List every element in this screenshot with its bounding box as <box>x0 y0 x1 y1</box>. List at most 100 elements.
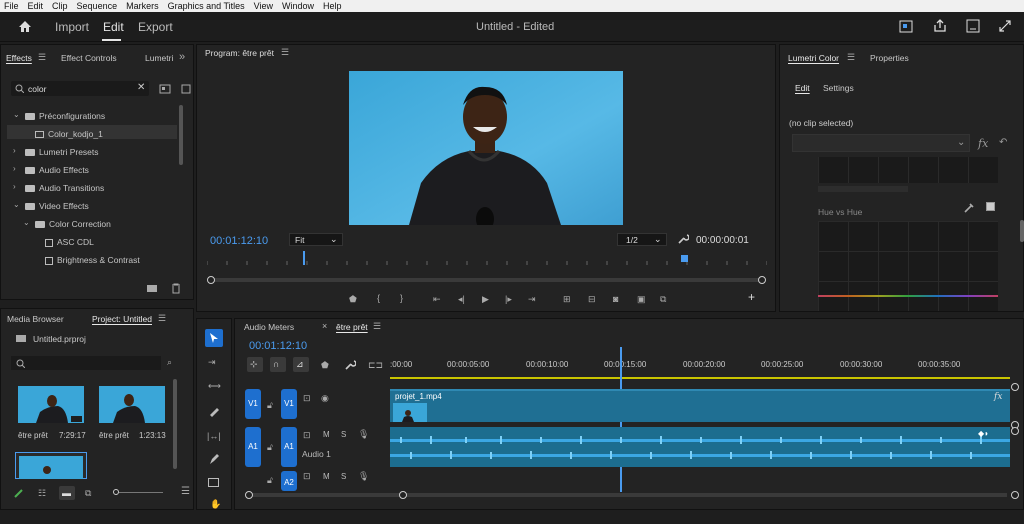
pen-tool-icon[interactable] <box>208 453 220 465</box>
linked-selection-button[interactable]: ∩ <box>270 357 286 372</box>
slider-track[interactable] <box>818 186 908 192</box>
track-a2[interactable]: A2 <box>281 471 297 491</box>
accelerated-effects-icon[interactable] <box>159 84 171 94</box>
tree-item-audio-effects[interactable]: Audio Effects <box>25 165 89 175</box>
source-patch-v1[interactable]: V1 <box>245 389 261 419</box>
timeline-scrollbar[interactable] <box>247 493 1007 497</box>
add-marker-icon[interactable]: ⬟ <box>321 360 329 370</box>
track-a1[interactable]: A1 <box>281 427 297 467</box>
project-scrollbar[interactable] <box>173 379 177 469</box>
slip-tool-icon[interactable]: |↔| <box>207 431 221 441</box>
delete-icon[interactable] <box>171 283 181 294</box>
tab-media-browser[interactable]: Media Browser <box>7 314 64 324</box>
tab-properties[interactable]: Properties <box>870 53 909 63</box>
mark-in-icon[interactable]: { <box>377 293 380 303</box>
effects-scrollbar[interactable] <box>179 105 183 165</box>
tab-audio-meters[interactable]: Audio Meters <box>244 322 294 332</box>
chevron-right-icon[interactable]: › <box>13 182 16 191</box>
solo-button[interactable]: S <box>341 472 346 481</box>
vertical-scroll-handle-top[interactable] <box>1011 383 1019 391</box>
lock-icon[interactable]: 🔓︎ <box>267 475 273 485</box>
workspace-export[interactable]: Export <box>138 20 173 34</box>
overwrite-icon[interactable]: ⊟ <box>588 294 596 304</box>
menu-sequence[interactable]: Sequence <box>73 0 123 12</box>
timeline-ruler[interactable]: :00:00 00:00:05:00 00:00:10:00 00:00:15:… <box>390 357 1010 379</box>
audio-clip[interactable]: ◆◗ <box>390 427 1010 467</box>
video-frame[interactable] <box>349 71 623 225</box>
work-area-bar[interactable] <box>390 377 1010 379</box>
scroll-handle-left[interactable] <box>207 276 215 284</box>
sequence-thumbnail[interactable] <box>15 452 87 479</box>
clip-thumbnail-1[interactable] <box>18 386 84 423</box>
monitor-scrollbar[interactable] <box>211 278 763 282</box>
panel-menu-icon[interactable]: ☰ <box>158 313 166 324</box>
tab-sequence[interactable]: être prêt <box>336 322 368 332</box>
chevron-down-icon[interactable]: ⌄ <box>13 110 20 119</box>
mute-button[interactable]: M <box>323 472 330 481</box>
video-clip[interactable]: projet_1.mp4 fx <box>390 389 1010 422</box>
razor-tool-icon[interactable] <box>208 405 220 417</box>
vertical-scroll-handle-bottom[interactable] <box>1011 491 1019 499</box>
timeline-timecode[interactable]: 00:01:12:10 <box>249 340 307 352</box>
menu-help[interactable]: Help <box>319 0 347 12</box>
rectangle-tool-icon[interactable] <box>208 478 219 487</box>
eyedropper-icon[interactable] <box>964 202 974 213</box>
project-search-input[interactable] <box>11 356 161 370</box>
insert-nest-button[interactable]: ⊿ <box>293 357 309 372</box>
snap-button[interactable]: ⊹ <box>247 357 263 372</box>
step-forward-icon[interactable]: |▸ <box>505 294 512 304</box>
tree-item-audio-transitions[interactable]: Audio Transitions <box>25 183 104 193</box>
menu-markers[interactable]: Markers <box>122 0 164 12</box>
insert-icon[interactable]: ⊞ <box>563 294 571 304</box>
lumetri-scrollbar[interactable] <box>1020 220 1024 242</box>
tab-project[interactable]: Project: Untitled <box>92 314 152 324</box>
effects-search-input[interactable]: color ✕ <box>11 81 149 96</box>
tree-item-color-kodjo[interactable]: Color_kodjo_1 <box>35 129 103 139</box>
workspace-edit[interactable]: Edit <box>103 20 124 34</box>
comparison-view-icon[interactable]: ▣ <box>637 294 646 304</box>
pencil-icon[interactable] <box>13 487 25 499</box>
fx-label[interactable]: fx <box>978 137 988 150</box>
new-bin-icon[interactable] <box>146 283 158 293</box>
export-frame-icon[interactable]: ◙ <box>613 294 618 304</box>
eye-icon[interactable]: ◉ <box>321 393 329 403</box>
menu-window[interactable]: Window <box>278 0 319 12</box>
menu-clip[interactable]: Clip <box>48 0 73 12</box>
enable-checkbox[interactable] <box>986 202 995 211</box>
proxy-toggle-icon[interactable]: ⧉ <box>660 294 666 304</box>
quick-export-icon[interactable] <box>899 20 913 33</box>
monitor-time-ruler[interactable] <box>207 251 767 265</box>
panel-menu-icon[interactable]: ☰ <box>181 487 190 497</box>
tab-settings[interactable]: Settings <box>823 83 854 93</box>
play-icon[interactable]: ▶ <box>482 294 489 304</box>
lock-icon[interactable]: 🔓︎ <box>267 442 273 452</box>
scroll-handle-right[interactable] <box>758 276 766 284</box>
notifications-icon[interactable] <box>966 19 980 33</box>
lock-icon[interactable]: 🔓︎ <box>267 400 273 410</box>
menu-edit[interactable]: Edit <box>24 0 49 12</box>
close-tab-icon[interactable]: × <box>322 321 327 331</box>
icon-view-button[interactable]: ▬ <box>59 486 75 500</box>
hue-vs-hue-curve[interactable] <box>818 221 998 311</box>
fullscreen-icon[interactable] <box>998 19 1012 33</box>
tree-item-video-effects[interactable]: Video Effects <box>25 201 89 211</box>
mark-out-icon[interactable]: } <box>400 293 403 303</box>
tree-item-color-correction[interactable]: Color Correction <box>35 219 111 229</box>
chevron-down-icon[interactable]: ⌄ <box>13 200 20 209</box>
go-to-in-icon[interactable]: ⇤ <box>433 294 441 304</box>
share-icon[interactable] <box>933 19 947 33</box>
settings-wrench-icon[interactable] <box>677 233 689 245</box>
zoom-level-select[interactable]: Fit ⌄ <box>289 233 343 246</box>
menu-graphics[interactable]: Graphics and Titles <box>164 0 250 12</box>
menu-view[interactable]: View <box>250 0 278 12</box>
tree-item-lumetri-presets[interactable]: Lumetri Presets <box>25 147 99 157</box>
ripple-edit-icon[interactable]: ⟷ <box>208 381 221 391</box>
tree-item-preconfigurations[interactable]: Préconfigurations <box>25 111 105 121</box>
tab-edit[interactable]: Edit <box>795 83 810 93</box>
hand-tool-icon[interactable]: ✋ <box>210 499 221 509</box>
panel-menu-icon[interactable]: ☰ <box>847 52 855 63</box>
menu-file[interactable]: File <box>0 0 24 12</box>
tab-lumetri-color[interactable]: Lumetri Color <box>788 53 839 63</box>
timeline-scroll-handle-right[interactable] <box>399 491 407 499</box>
solo-button[interactable]: S <box>341 430 346 439</box>
